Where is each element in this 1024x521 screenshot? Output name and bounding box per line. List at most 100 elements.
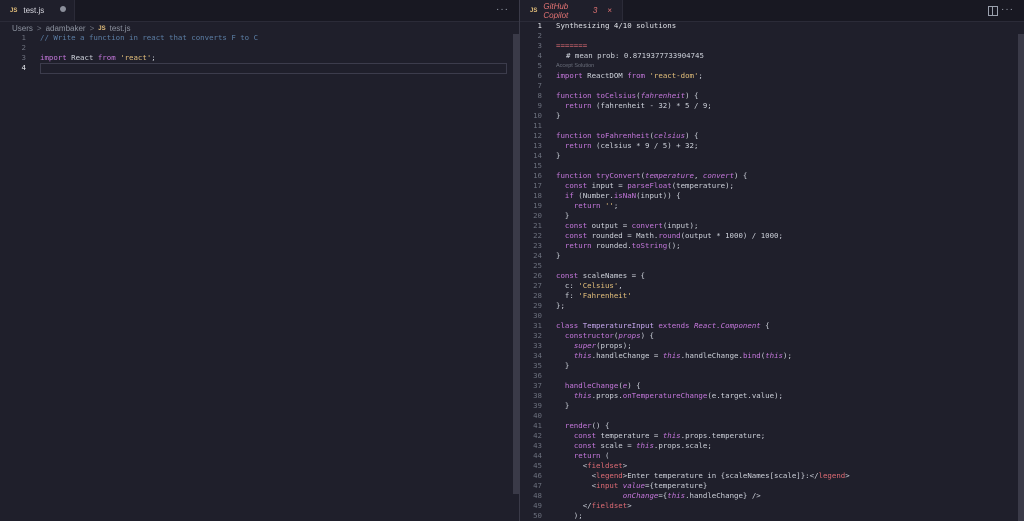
code-line: 41 render() {: [520, 421, 1024, 431]
line-number: 33: [533, 341, 542, 350]
code-line: 32 constructor(props) {: [520, 331, 1024, 341]
line-number: 36: [533, 371, 542, 380]
code-text: function toCelsius(fahrenheit) {: [556, 91, 699, 100]
code-line: 4 # mean prob: 0.8719377733904745: [520, 51, 1024, 61]
code-line: 47 <input value={temperature}: [520, 481, 1024, 491]
line-number: 29: [533, 301, 542, 310]
breadcrumb-file[interactable]: test.js: [110, 24, 131, 33]
code-text: }: [556, 401, 570, 410]
line-number: 2: [21, 43, 26, 52]
code-line: 27 c: 'Celsius',: [520, 281, 1024, 291]
code-text: const temperature = this.props.temperatu…: [573, 431, 766, 440]
line-number: 3: [537, 41, 542, 50]
line-number: 3: [21, 53, 26, 62]
code-line: 9 return (fahrenheit - 32) * 5 / 9;: [520, 101, 1024, 111]
right-scrollbar[interactable]: [1018, 34, 1024, 521]
line-number: 48: [533, 491, 542, 500]
code-text: }: [556, 361, 570, 370]
line-number: 25: [533, 261, 542, 270]
line-number: 10: [533, 111, 542, 120]
code-text: };: [556, 301, 565, 310]
line-number: 28: [533, 291, 542, 300]
code-text: return rounded.toString();: [564, 241, 681, 250]
code-line: 1 // Write a function in react that conve…: [0, 33, 519, 43]
line-number: 23: [533, 241, 542, 250]
line-number: 50: [533, 511, 542, 520]
more-actions-icon[interactable]: ···: [1001, 4, 1014, 15]
line-number: 8: [537, 91, 542, 100]
chevron-right-icon: >: [36, 24, 42, 33]
line-number: 46: [533, 471, 542, 480]
code-text: constructor(props) {: [564, 331, 654, 340]
javascript-file-icon: JS: [530, 7, 538, 14]
code-text: }: [556, 251, 561, 260]
line-number: 26: [533, 271, 542, 280]
code-text: }: [556, 211, 570, 220]
breadcrumb-adambaker[interactable]: adambaker: [46, 24, 86, 33]
code-comment: // Write a function in react that conver…: [40, 33, 259, 42]
close-icon[interactable]: ×: [607, 6, 612, 15]
code-line: 3 import React from 'react';: [0, 53, 519, 63]
code-text: c: 'Celsius',: [556, 281, 623, 290]
code-line: 36: [520, 371, 1024, 381]
code-text: const output = convert(input);: [564, 221, 699, 230]
line-number: 15: [533, 161, 542, 170]
tab-label: GitHub Copilot: [543, 1, 569, 20]
code-line: 8 function toCelsius(fahrenheit) {: [520, 91, 1024, 101]
code-line: 29};: [520, 301, 1024, 311]
solution-separator: =======: [556, 41, 588, 50]
accept-solution-link[interactable]: Accept Solution: [556, 61, 594, 71]
code-text: class TemperatureInput extends React.Com…: [556, 321, 770, 330]
code-line: 7: [520, 81, 1024, 91]
code-text: import React from 'react';: [40, 53, 156, 63]
javascript-file-icon: JS: [10, 7, 18, 14]
line-number: 42: [533, 431, 542, 440]
left-tab-bar: JS test.js ···: [0, 0, 519, 22]
code-line: 19 return '';: [520, 201, 1024, 211]
code-line: 43 const scale = this.props.scale;: [520, 441, 1024, 451]
code-line: 1 Synthesizing 4/10 solutions: [520, 21, 1024, 31]
code-text: handleChange(e) {: [564, 381, 641, 390]
line-number: 1: [21, 33, 26, 42]
code-text: <input value={temperature}: [556, 481, 708, 490]
copilot-code-area[interactable]: 1 Synthesizing 4/10 solutions 2 3 ======= …: [520, 21, 1024, 521]
code-text: return (: [573, 451, 610, 460]
unsaved-dot-icon[interactable]: [60, 6, 66, 12]
line-number: 32: [533, 331, 542, 340]
line-number: 2: [537, 31, 542, 40]
line-number: 45: [533, 461, 542, 470]
more-actions-icon[interactable]: ···: [496, 4, 509, 15]
code-line: 2: [520, 31, 1024, 41]
code-line: 39 }: [520, 401, 1024, 411]
line-number: 37: [533, 381, 542, 390]
code-line: 25: [520, 261, 1024, 271]
code-line: 50 );: [520, 511, 1024, 521]
code-text: return '';: [573, 201, 619, 210]
line-number: 35: [533, 361, 542, 370]
tab-github-copilot[interactable]: JS GitHub Copilot 3 ×: [520, 0, 623, 21]
synthesizing-header: Synthesizing 4/10 solutions: [556, 21, 677, 30]
code-line: 33 super(props);: [520, 341, 1024, 351]
code-line: 48 onChange={this.handleChange} />: [520, 491, 1024, 501]
code-text: function tryConvert(temperature, convert…: [556, 171, 748, 180]
code-line: 42 const temperature = this.props.temper…: [520, 431, 1024, 441]
code-text: const rounded = Math.round(output * 1000…: [564, 231, 783, 240]
line-number: 44: [533, 451, 542, 460]
keyword: import: [40, 53, 67, 62]
split-editor-icon[interactable]: [988, 6, 998, 16]
breadcrumb: Users > adambaker > JS test.js: [12, 24, 131, 33]
javascript-file-icon: JS: [98, 25, 106, 32]
mean-prob: # mean prob: 0.8719377733904745: [566, 51, 704, 60]
code-text: }: [556, 111, 561, 120]
tab-count: 3: [592, 6, 598, 15]
code-text: onChange={this.handleChange} />: [622, 491, 761, 500]
code-line: 2: [0, 43, 519, 53]
code-text: return (celsius * 9 / 5) + 32;: [564, 141, 699, 150]
line-number: 11: [533, 121, 542, 130]
code-line: 26 const scaleNames = {: [520, 271, 1024, 281]
code-text: super(props);: [573, 341, 632, 350]
chevron-right-icon: >: [89, 24, 95, 33]
keyword: from: [97, 53, 116, 62]
breadcrumb-users[interactable]: Users: [12, 24, 33, 33]
code-line: 3 =======: [520, 41, 1024, 51]
